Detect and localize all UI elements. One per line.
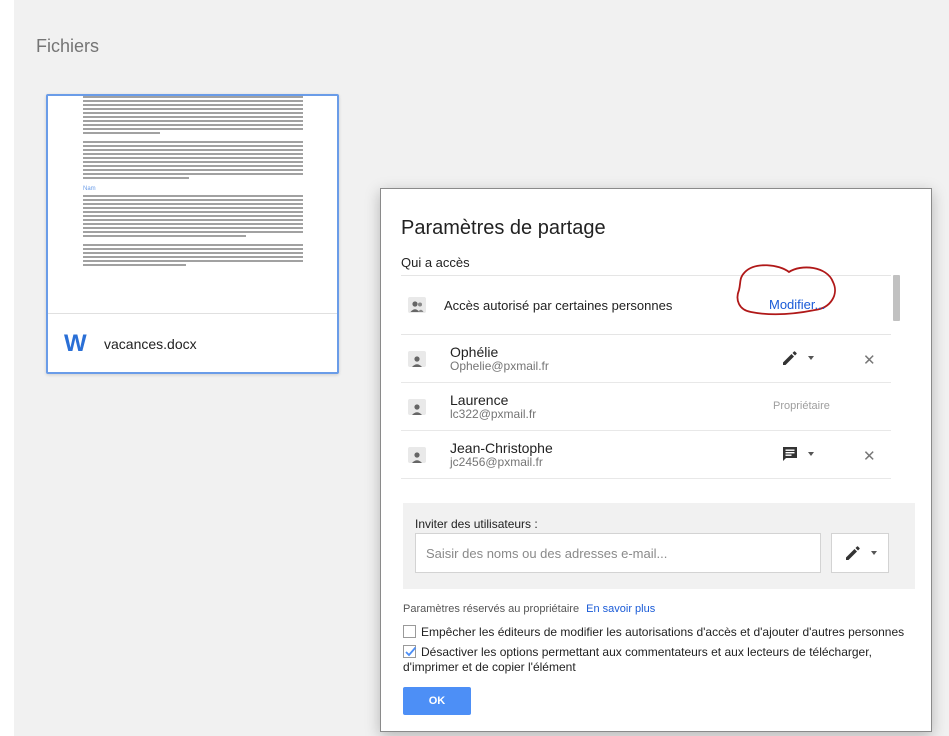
preview-paragraph	[83, 244, 303, 266]
invite-label: Inviter des utilisateurs :	[415, 517, 538, 531]
preview-line	[83, 120, 303, 122]
option-disable-download[interactable]: Désactiver les options permettant aux co…	[403, 645, 923, 675]
file-card[interactable]: Nam W vacances.docx	[46, 94, 339, 374]
preview-paragraph	[83, 96, 303, 134]
preview-line	[83, 211, 303, 213]
document-preview: Nam	[48, 96, 337, 314]
preview-line	[83, 141, 303, 143]
owner-role-label: Propriétaire	[773, 400, 830, 412]
person-icon	[408, 350, 426, 367]
preview-line	[83, 161, 303, 163]
preview-line	[83, 100, 303, 102]
user-name: Ophélie	[450, 343, 499, 360]
access-list: Accès autorisé par certaines personnes M…	[401, 264, 891, 479]
user-name: Jean-Christophe	[450, 439, 553, 456]
page-title: Fichiers	[36, 36, 100, 56]
user-name: Laurence	[450, 391, 509, 408]
checkbox-unchecked[interactable]	[403, 625, 416, 638]
access-row-jean-christophe: Jean-Christophe jc2456@pxmail.fr ✕	[401, 431, 891, 479]
preview-line	[83, 173, 303, 175]
preview-line	[83, 104, 303, 106]
preview-line	[83, 149, 303, 151]
preview-line	[83, 195, 303, 197]
preview-line	[83, 145, 303, 147]
preview-line	[83, 252, 303, 254]
preview-line	[83, 215, 303, 217]
preview-line	[83, 116, 303, 118]
preview-line	[83, 112, 303, 114]
preview-paragraph	[83, 195, 303, 237]
ok-button[interactable]: OK	[403, 687, 471, 715]
preview-line	[83, 177, 189, 179]
option-label: Désactiver les options permettant aux co…	[403, 645, 872, 674]
preview-line	[83, 244, 303, 246]
preview-line	[83, 128, 303, 130]
dialog-title: Paramètres de partage	[401, 217, 606, 239]
group-icon	[408, 297, 426, 313]
preview-paragraph	[83, 141, 303, 179]
preview-line	[83, 124, 303, 126]
owner-settings-text: Paramètres réservés au propriétaire	[403, 603, 580, 615]
remove-user-icon[interactable]: ✕	[863, 447, 876, 465]
preview-line	[83, 264, 187, 266]
check-icon	[405, 646, 417, 657]
preview-line	[83, 199, 303, 201]
preview-line	[83, 153, 303, 155]
checkbox-checked[interactable]	[403, 645, 417, 658]
preview-line	[83, 227, 303, 229]
option-label: Empêcher les éditeurs de modifier les au…	[421, 625, 905, 639]
user-email: jc2456@pxmail.fr	[450, 454, 543, 469]
word-doc-icon: W	[64, 329, 87, 357]
access-summary-row: Accès autorisé par certaines personnes M…	[401, 264, 891, 335]
access-row-laurence: Laurence lc322@pxmail.fr Propriétaire	[401, 383, 891, 431]
person-icon	[408, 398, 426, 415]
preview-line	[83, 260, 303, 262]
file-info-row[interactable]: W vacances.docx	[48, 315, 337, 372]
permission-dropdown[interactable]	[781, 445, 814, 463]
preview-line	[83, 207, 303, 209]
option-prevent-editors[interactable]: Empêcher les éditeurs de modifier les au…	[403, 625, 923, 640]
pencil-icon	[845, 546, 860, 560]
chevron-down-icon	[808, 452, 814, 456]
preview-heading: Nam	[83, 186, 96, 192]
permission-dropdown[interactable]	[781, 349, 814, 367]
chevron-down-icon	[870, 551, 877, 555]
preview-line	[83, 235, 246, 237]
chevron-down-icon	[808, 356, 814, 360]
user-email: Ophelie@pxmail.fr	[450, 358, 549, 373]
invite-permission-dropdown[interactable]	[831, 533, 889, 573]
pencil-icon	[783, 351, 797, 365]
preview-line	[83, 108, 303, 110]
who-has-access-label: Qui a accès	[401, 255, 470, 270]
invite-section: Inviter des utilisateurs :	[403, 503, 915, 589]
preview-line	[83, 203, 303, 205]
preview-line	[83, 96, 303, 98]
preview-line	[83, 157, 303, 159]
invite-input[interactable]	[415, 533, 821, 573]
remove-user-icon[interactable]: ✕	[863, 351, 876, 369]
modify-access-link[interactable]: Modifier...	[769, 297, 825, 312]
red-annotation-outline	[736, 264, 836, 316]
preview-line	[83, 132, 160, 134]
preview-line	[83, 231, 303, 233]
file-name: vacances.docx	[104, 335, 197, 352]
person-icon	[408, 446, 426, 463]
preview-line	[83, 223, 303, 225]
preview-line	[83, 169, 303, 171]
access-summary-text: Accès autorisé par certaines personnes	[444, 297, 673, 313]
preview-line	[83, 256, 303, 258]
owner-settings-label: Paramètres réservés au propriétaire En s…	[403, 603, 655, 615]
access-row-ophelie: Ophélie Ophelie@pxmail.fr ✕	[401, 335, 891, 383]
learn-more-link[interactable]: En savoir plus	[586, 603, 655, 615]
left-strip	[0, 0, 14, 736]
user-email: lc322@pxmail.fr	[450, 406, 537, 421]
comment-icon	[783, 447, 797, 461]
preview-line	[83, 219, 303, 221]
scrollbar-thumb[interactable]	[893, 275, 900, 321]
preview-line	[83, 248, 303, 250]
preview-line	[83, 165, 303, 167]
share-settings-dialog: Paramètres de partage Qui a accès Accès …	[380, 188, 932, 732]
